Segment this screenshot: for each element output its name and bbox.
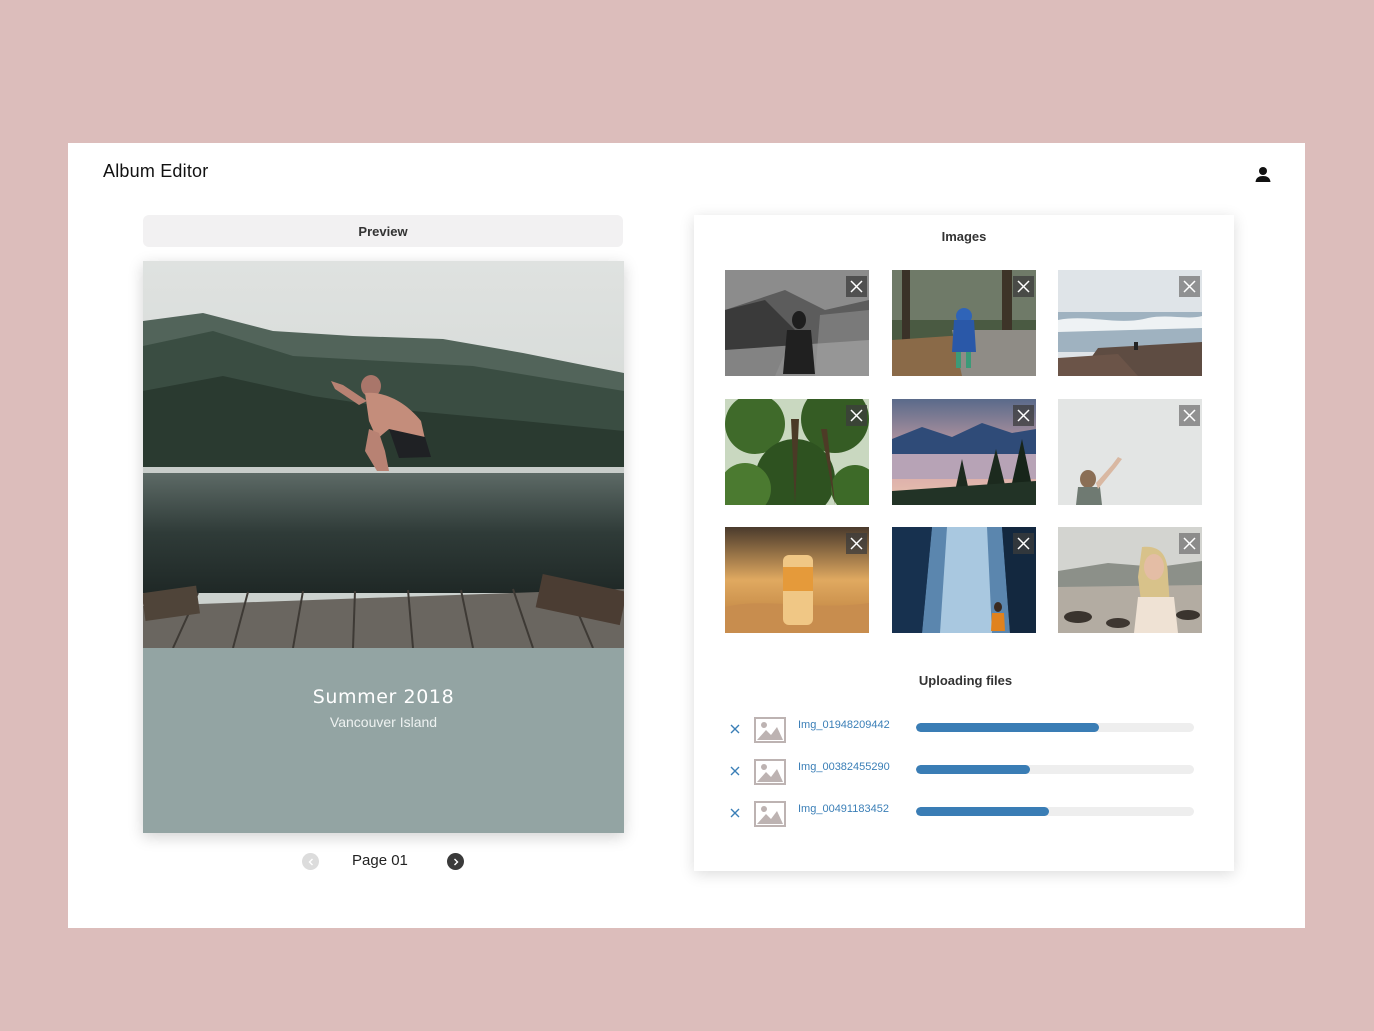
upload-file-name: Img_01948209442 [798,719,890,731]
app-title: Album Editor [103,161,209,181]
caption-title: Summer 2018 [312,686,455,708]
upload-progress-bar [916,723,1194,732]
cancel-upload-button[interactable] [728,764,742,778]
preview-caption: Summer 2018 Vancouver Island [143,648,624,833]
image-thumbnail[interactable] [1058,527,1202,633]
remove-image-button[interactable] [846,533,867,554]
remove-image-button[interactable] [1179,276,1200,297]
image-thumbnail[interactable] [725,399,869,505]
close-icon [1183,537,1196,550]
album-page-preview: Summer 2018 Vancouver Island [143,261,624,833]
upload-row: Img_00491183452 [694,800,1234,830]
upload-progress-fill [916,765,1030,774]
image-thumbnail[interactable] [892,527,1036,633]
cancel-upload-button[interactable] [728,806,742,820]
remove-image-button[interactable] [846,405,867,426]
caption-subtitle: Vancouver Island [329,714,438,730]
upload-progress-fill [916,807,1050,816]
upload-file-name: Img_00491183452 [798,803,889,815]
upload-progress-bar [916,765,1194,774]
chevron-left-icon [308,858,313,865]
remove-image-button[interactable] [846,276,867,297]
image-placeholder-icon [754,717,786,743]
remove-image-button[interactable] [1179,533,1200,554]
next-page-button[interactable] [447,853,464,870]
upload-row: Img_01948209442 [694,716,1234,746]
close-icon [1183,409,1196,422]
image-placeholder-icon [754,759,786,785]
remove-image-button[interactable] [1013,533,1034,554]
image-thumbnail[interactable] [892,270,1036,376]
previous-page-button[interactable] [302,853,319,870]
upload-row: Img_00382455290 [694,758,1234,788]
uploads-title: Uploading files [918,673,1013,688]
preview-header: Preview [143,215,623,247]
close-icon [1017,280,1030,293]
remove-image-button[interactable] [1013,405,1034,426]
close-icon [850,537,863,550]
cancel-upload-button[interactable] [728,722,742,736]
close-icon [1183,280,1196,293]
close-icon [850,280,863,293]
image-thumbnail[interactable] [725,527,869,633]
close-icon [1017,537,1030,550]
album-editor-window: Album Editor Preview Summer 2018 Vancouv… [68,143,1305,928]
image-placeholder-icon [754,801,786,827]
image-thumbnail[interactable] [1058,399,1202,505]
remove-image-button[interactable] [1013,276,1034,297]
upload-progress-bar [916,807,1194,816]
remove-image-button[interactable] [1179,405,1200,426]
page-navigator: Page 01 [300,849,466,873]
upload-file-name: Img_00382455290 [798,761,890,773]
images-title: Images [941,229,987,244]
close-icon [1017,409,1030,422]
chevron-right-icon [453,858,458,865]
image-thumbnail[interactable] [725,270,869,376]
close-icon [730,724,740,734]
image-thumbnail[interactable] [892,399,1036,505]
upload-progress-fill [916,723,1100,732]
close-icon [730,808,740,818]
preview-photo [143,261,624,648]
page-label: Page 01 [352,852,408,869]
close-icon [730,766,740,776]
image-thumbnail[interactable] [1058,270,1202,376]
images-panel: Images Uploading files Img_01948209442 I… [694,215,1234,871]
user-icon[interactable] [1252,163,1274,185]
close-icon [850,409,863,422]
